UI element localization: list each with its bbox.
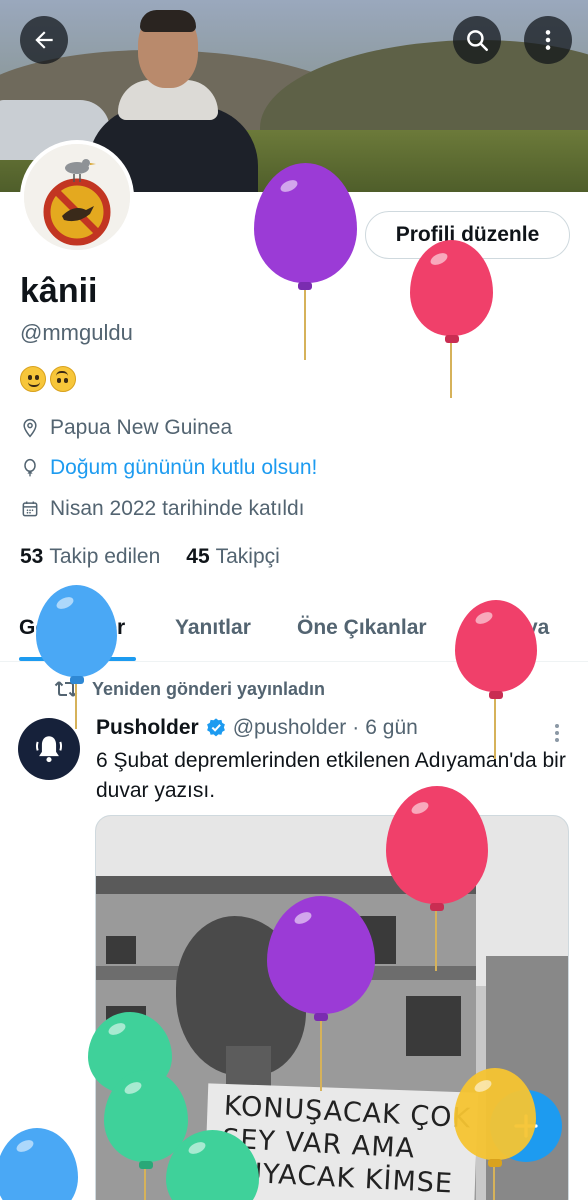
more-vertical-icon	[545, 30, 551, 50]
followers-link[interactable]: 45 Takipçi	[186, 545, 280, 569]
repost-label: Yeniden gönderi yayınladın	[92, 678, 326, 699]
calendar-icon	[22, 501, 38, 517]
post-more-button[interactable]	[552, 722, 562, 749]
follow-stats: 53 Takip edilen 45 Takipçi	[20, 545, 280, 569]
more-vertical-icon	[555, 724, 559, 742]
post-header: Pusholder @pusholder · 6 gün	[96, 716, 418, 740]
back-button[interactable]	[20, 16, 68, 64]
slightly-smiling-face-icon	[20, 366, 46, 392]
search-button[interactable]	[453, 16, 501, 64]
joined-text: Nisan 2022 tarihinde katıldı	[50, 497, 305, 520]
following-label: Takip edilen	[49, 545, 161, 568]
post-author-handle[interactable]: @pusholder	[233, 716, 347, 740]
location-pin-icon	[23, 418, 37, 438]
repost-indicator: Yeniden gönderi yayınladın	[54, 678, 325, 700]
birthday-link[interactable]: Doğum gününün kutlu olsun!	[50, 456, 317, 480]
following-link[interactable]: 53 Takip edilen	[20, 545, 160, 569]
followers-label: Takipçi	[215, 545, 280, 568]
location-row: Papua New Guinea	[20, 416, 232, 440]
birthday-row[interactable]: Doğum gününün kutlu olsun!	[20, 456, 317, 480]
tab-highlights[interactable]: Öne Çıkanlar	[297, 616, 427, 640]
back-arrow-icon	[35, 31, 53, 49]
no-seagulls-sign-image	[24, 144, 130, 250]
location-text: Papua New Guinea	[50, 416, 233, 439]
profile-avatar[interactable]	[20, 140, 134, 254]
more-options-button[interactable]	[524, 16, 572, 64]
balloon-icon	[24, 458, 36, 477]
joined-row: Nisan 2022 tarihinde katıldı	[20, 497, 305, 521]
post-author-avatar[interactable]	[18, 718, 80, 780]
profile-name: kânii	[20, 272, 98, 310]
search-icon	[467, 30, 488, 51]
bell-icon	[35, 736, 63, 763]
bio-emojis	[20, 366, 76, 392]
upside-down-face-icon	[50, 366, 76, 392]
followers-count: 45	[186, 545, 210, 568]
post-author-name[interactable]: Pusholder	[96, 716, 199, 740]
verified-badge-icon	[206, 718, 225, 737]
following-count: 53	[20, 545, 44, 568]
tab-replies[interactable]: Yanıtlar	[175, 616, 251, 640]
post-time[interactable]: 6 gün	[365, 716, 418, 740]
profile-handle: @mmguldu	[20, 320, 133, 345]
post-separator: ·	[352, 716, 360, 739]
